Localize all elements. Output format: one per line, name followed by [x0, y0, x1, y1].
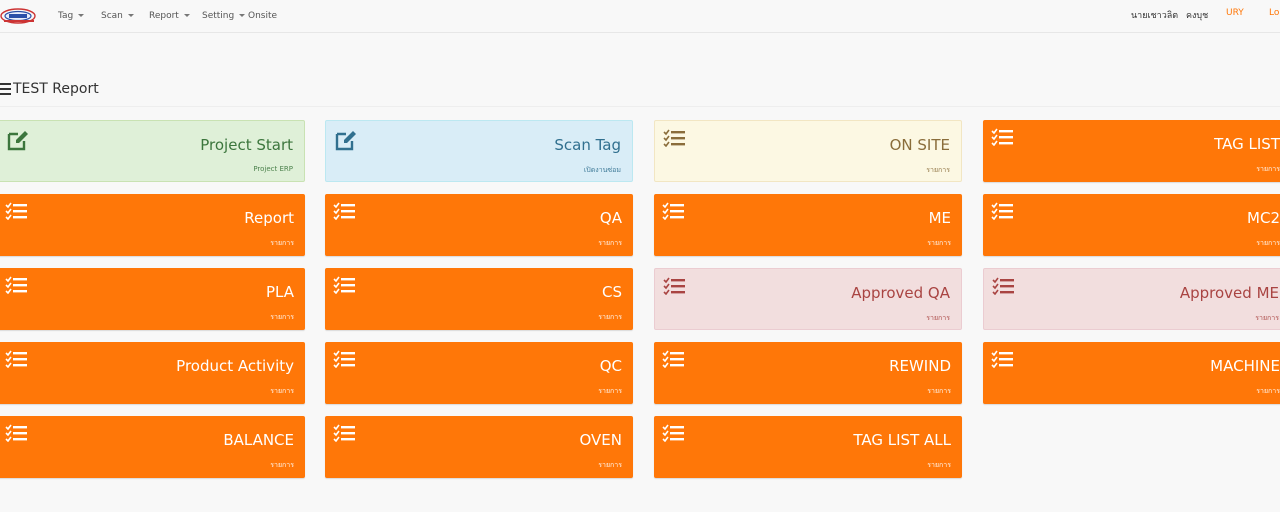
- tile-title: TAG LIST: [1214, 135, 1280, 153]
- tile-rewind[interactable]: REWIND รายการ: [654, 342, 962, 404]
- list-check-icon: [333, 202, 355, 222]
- nav-scan-menu[interactable]: Scan: [101, 11, 134, 21]
- tile-me[interactable]: ME รายการ: [654, 194, 962, 256]
- tile-title: Scan Tag: [554, 136, 621, 154]
- tile-project-start[interactable]: Project Start Project ERP: [0, 120, 305, 182]
- caret-down-icon: [183, 14, 190, 17]
- tile-title: OVEN: [579, 431, 622, 449]
- tile-qc[interactable]: QC รายการ: [325, 342, 633, 404]
- tile-subtitle: รายการ: [598, 239, 622, 247]
- list-check-icon: [5, 350, 27, 370]
- tile-subtitle: รายการ: [926, 314, 950, 322]
- tile-title: Report: [244, 209, 294, 227]
- list-check-icon: [5, 276, 27, 296]
- tile-subtitle: รายการ: [1255, 314, 1279, 322]
- list-check-icon: [991, 350, 1013, 370]
- tile-machine[interactable]: MACHINE รายการ: [983, 342, 1280, 404]
- tile-tag-list-all[interactable]: TAG LIST ALL รายการ: [654, 416, 962, 478]
- tile-subtitle: รายการ: [270, 387, 294, 395]
- tile-approved-qa[interactable]: Approved QA รายการ: [654, 268, 962, 330]
- tile-subtitle: รายการ: [1256, 165, 1280, 173]
- tile-report[interactable]: Report รายการ: [0, 194, 305, 256]
- tile-title: Product Activity: [176, 357, 294, 375]
- tile-subtitle: รายการ: [927, 387, 951, 395]
- list-check-icon: [663, 129, 685, 149]
- edit-icon: [6, 129, 28, 151]
- list-check-icon: [662, 350, 684, 370]
- header-divider: [0, 106, 1280, 107]
- logout-link[interactable]: Lo: [1269, 8, 1279, 18]
- top-navbar: Tag Scan Report Setting Onsite นายเชาวลิ…: [0, 0, 1280, 33]
- user-code[interactable]: URY: [1226, 8, 1244, 18]
- tile-title: Approved ME: [1179, 284, 1279, 302]
- tile-title: ME: [928, 209, 951, 227]
- list-check-icon: [992, 277, 1014, 297]
- tile-subtitle: รายการ: [1256, 387, 1280, 395]
- list-check-icon: [333, 276, 355, 296]
- list-check-icon: [991, 128, 1013, 148]
- nav-tag-menu[interactable]: Tag: [58, 11, 85, 21]
- menu-bars-icon: [0, 82, 11, 96]
- tile-tag-list[interactable]: TAG LIST รายการ: [983, 120, 1280, 182]
- tile-cs[interactable]: CS รายการ: [325, 268, 633, 330]
- tile-title: TAG LIST ALL: [853, 431, 951, 449]
- tile-subtitle: รายการ: [926, 166, 950, 174]
- tile-product-activity[interactable]: Product Activity รายการ: [0, 342, 305, 404]
- caret-down-icon: [78, 14, 85, 17]
- tile-subtitle: รายการ: [598, 313, 622, 321]
- tile-scan-tag[interactable]: Scan Tag เปิดงานซ่อม: [325, 120, 633, 182]
- list-check-icon: [333, 350, 355, 370]
- nav-report-menu[interactable]: Report: [149, 11, 190, 21]
- tile-title: MACHINE: [1210, 357, 1280, 375]
- tile-title: MC2: [1247, 209, 1280, 227]
- nav-onsite-link[interactable]: Onsite: [248, 11, 277, 21]
- list-check-icon: [333, 424, 355, 444]
- tile-title: REWIND: [889, 357, 951, 375]
- tile-title: QC: [599, 357, 622, 375]
- tile-title: BALANCE: [223, 431, 294, 449]
- tile-title: QA: [599, 209, 622, 227]
- list-check-icon: [5, 424, 27, 444]
- list-check-icon: [662, 202, 684, 222]
- tile-subtitle: รายการ: [927, 461, 951, 469]
- tile-subtitle: รายการ: [1256, 239, 1280, 247]
- tile-subtitle: รายการ: [270, 313, 294, 321]
- tile-subtitle: Project ERP: [253, 165, 293, 173]
- tile-subtitle: รายการ: [598, 387, 622, 395]
- tile-qa[interactable]: QA รายการ: [325, 194, 633, 256]
- tile-mc2[interactable]: MC2 รายการ: [983, 194, 1280, 256]
- nav-setting-menu[interactable]: Setting: [202, 11, 246, 21]
- tile-subtitle: รายการ: [927, 239, 951, 247]
- tile-oven[interactable]: OVEN รายการ: [325, 416, 633, 478]
- list-check-icon: [663, 277, 685, 297]
- tile-title: PLA: [265, 283, 294, 301]
- list-check-icon: [991, 202, 1013, 222]
- caret-down-icon: [127, 14, 134, 17]
- company-logo[interactable]: [0, 6, 38, 26]
- user-first-name[interactable]: นายเชาวลิต: [1131, 8, 1178, 22]
- tile-subtitle: รายการ: [270, 239, 294, 247]
- tile-title: Project Start: [200, 136, 293, 154]
- tile-approved-me[interactable]: Approved ME รายการ: [983, 268, 1280, 330]
- tile-on-site[interactable]: ON SITE รายการ: [654, 120, 962, 182]
- tile-balance[interactable]: BALANCE รายการ: [0, 416, 305, 478]
- tile-title: ON SITE: [889, 136, 950, 154]
- edit-icon: [334, 129, 356, 151]
- tile-title: CS: [602, 283, 622, 301]
- page-title: TEST Report: [13, 81, 99, 97]
- list-check-icon: [5, 202, 27, 222]
- tile-subtitle: เปิดงานซ่อม: [583, 166, 621, 174]
- caret-down-icon: [239, 14, 246, 17]
- page-header: TEST Report: [0, 78, 99, 100]
- tile-title: Approved QA: [851, 284, 950, 302]
- list-check-icon: [662, 424, 684, 444]
- tile-subtitle: รายการ: [598, 461, 622, 469]
- tile-pla[interactable]: PLA รายการ: [0, 268, 305, 330]
- user-last-name[interactable]: คงบุช: [1186, 8, 1208, 22]
- tile-subtitle: รายการ: [270, 461, 294, 469]
